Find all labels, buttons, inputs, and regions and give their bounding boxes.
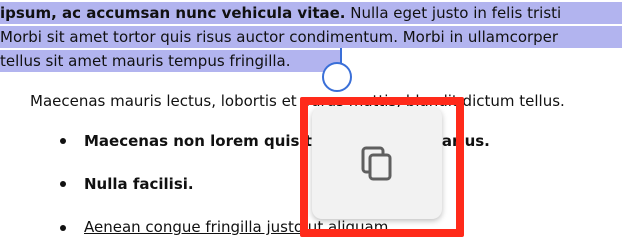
list-item: Nulla facilisi. bbox=[84, 175, 194, 193]
paragraph-text: Maecenas mauris lectus, lobortis et puru… bbox=[30, 92, 565, 110]
selection-handle[interactable] bbox=[322, 62, 352, 92]
selected-text-line[interactable]: Morbi sit amet tortor quis risus auctor … bbox=[0, 26, 622, 48]
selected-text-line[interactable]: tellus sit amet mauris tempus fringilla. bbox=[0, 50, 342, 72]
selected-text: Morbi sit amet tortor quis risus auctor … bbox=[0, 28, 559, 46]
selected-text: Nulla eget justo in felis tristi bbox=[345, 4, 562, 22]
selected-bold-text: ipsum, ac accumsan nunc vehicula vitae. bbox=[0, 4, 346, 22]
selected-text: tellus sit amet mauris tempus fringilla. bbox=[0, 52, 291, 70]
bullet-point bbox=[60, 225, 66, 231]
highlight-outline bbox=[300, 97, 464, 237]
bullet-point bbox=[60, 181, 66, 187]
bullet-point bbox=[60, 138, 66, 144]
selected-text-line[interactable]: ipsum, ac accumsan nunc vehicula vitae. … bbox=[0, 2, 622, 24]
